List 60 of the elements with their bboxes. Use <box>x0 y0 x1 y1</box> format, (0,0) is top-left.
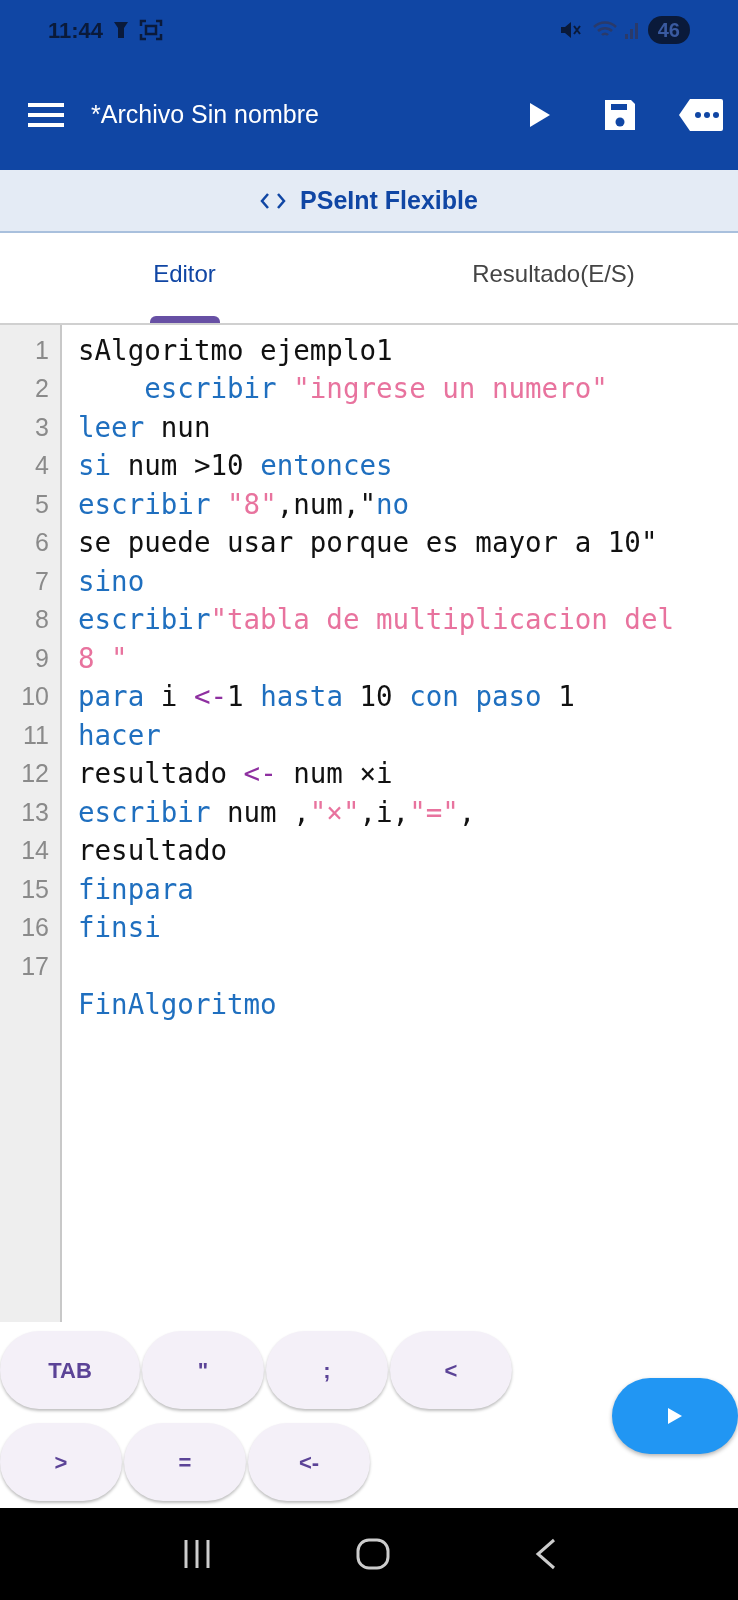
line-number: 7 <box>35 565 49 597</box>
line-number: 10 <box>21 681 49 712</box>
line-number: 17 <box>21 950 49 982</box>
flashlight-icon <box>113 20 130 40</box>
mode-label: PSeInt Flexible <box>300 184 478 216</box>
line-number: 11 <box>23 719 49 751</box>
symbol-key[interactable]: > <box>0 1423 122 1501</box>
code-line: si num >10 entonces <box>78 448 393 484</box>
line-number: 16 <box>21 912 49 943</box>
home-icon[interactable] <box>356 1538 390 1570</box>
code-line: escribir num ,"×",i,"=", <box>78 794 476 830</box>
code-line: resultado <box>78 833 227 869</box>
screenshot-icon <box>139 19 164 41</box>
line-number: 14 <box>21 835 49 866</box>
code-line: leer nun <box>78 409 211 445</box>
status-time: 11:44 <box>48 16 104 45</box>
symbol-key[interactable]: < <box>390 1331 512 1409</box>
play-icon <box>528 101 552 129</box>
menu-button[interactable] <box>28 100 64 130</box>
back-icon[interactable] <box>534 1538 556 1570</box>
code-icon <box>260 191 287 210</box>
line-number: 15 <box>21 873 49 905</box>
symbol-key[interactable]: <- <box>248 1423 370 1501</box>
mute-icon <box>559 20 582 40</box>
run-fab[interactable] <box>612 1378 738 1454</box>
line-number: 12 <box>21 758 49 789</box>
line-number: 1 <box>35 334 49 366</box>
line-number: 4 <box>35 450 49 481</box>
tab[interactable]: Resultado(E/S) <box>369 233 738 323</box>
symbol-key[interactable]: TAB <box>0 1331 140 1409</box>
code-line: escribir"tabla de multiplicacion del <box>78 602 675 638</box>
tag-dots-icon <box>678 97 724 133</box>
symbol-key[interactable]: = <box>124 1423 246 1501</box>
file-title: *Archivo Sin nombre <box>91 99 320 131</box>
code-line: finpara <box>78 871 194 907</box>
line-number: 8 <box>35 604 49 635</box>
line-number: 9 <box>35 642 49 674</box>
code-line: escribir "8",num,"no <box>78 486 410 522</box>
code-line: escribir "ingrese un numero" <box>143 371 608 407</box>
code-line: para i <-1 hasta 10 con paso 1 <box>78 679 575 715</box>
code-line: resultado <- num ×i <box>78 756 393 792</box>
code-line: finsi <box>78 910 161 946</box>
code-line: sino <box>78 563 145 599</box>
recent-apps-icon[interactable] <box>182 1539 212 1569</box>
battery-indicator: 46 <box>647 16 690 44</box>
code-line: se puede usar porque es mayor a 10" <box>78 525 658 561</box>
line-number: 6 <box>35 527 49 558</box>
line-number: 5 <box>35 488 49 520</box>
line-number: 2 <box>35 373 49 404</box>
code-line: FinAlgoritmo <box>78 987 277 1023</box>
play-icon <box>667 1407 683 1425</box>
code-line: hacer <box>78 717 161 753</box>
code-line: sAlgoritmo ejemplo1 <box>78 332 393 368</box>
line-number: 3 <box>35 411 49 443</box>
symbol-key[interactable]: ; <box>266 1331 388 1409</box>
code-line: 8 " <box>78 640 128 676</box>
tab[interactable]: Editor <box>0 233 369 323</box>
line-number: 13 <box>21 796 49 828</box>
signal-icon <box>623 20 640 40</box>
symbol-key[interactable]: " <box>142 1331 264 1409</box>
